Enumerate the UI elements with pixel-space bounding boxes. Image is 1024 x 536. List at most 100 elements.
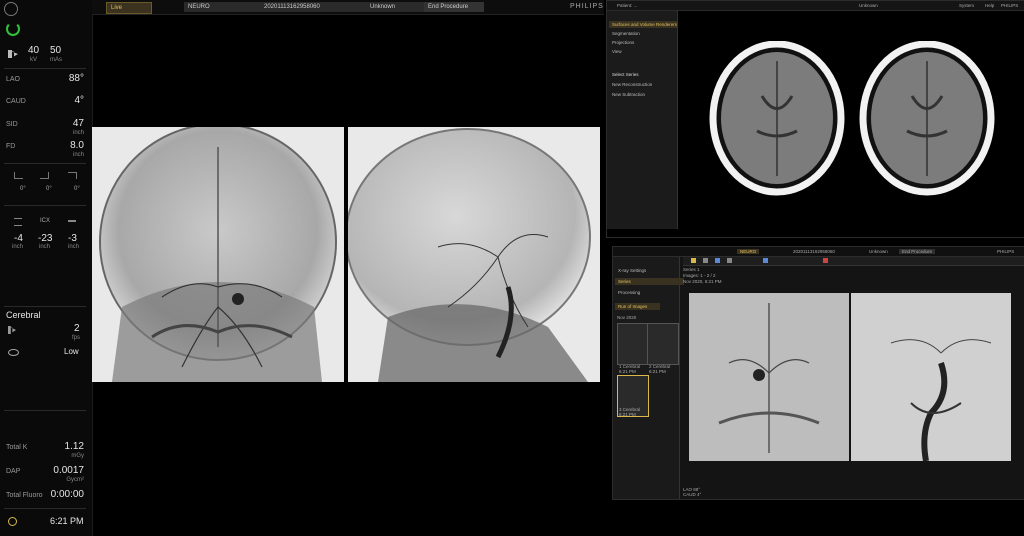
review-header: NEURO 20201113162958060 Unknown End Proc… <box>613 247 1024 257</box>
tab-live[interactable]: Live <box>106 2 152 14</box>
tool-icon[interactable] <box>763 258 768 263</box>
dap-value: 0.0017 <box>53 465 84 476</box>
ct-side-item-2[interactable]: Segmentation <box>609 30 678 37</box>
study-id: 20201113162958060 <box>264 4 320 10</box>
review-end-procedure-button[interactable]: End Procedure <box>899 249 936 254</box>
fluoro-time-value: 0:00:00 <box>50 489 84 500</box>
caud-label: CAUD <box>6 98 26 105</box>
review-lateral-graphic <box>890 339 992 461</box>
thumbnail-1[interactable] <box>617 323 649 365</box>
tool-icon[interactable] <box>691 258 696 263</box>
end-procedure-label: End Procedure <box>428 4 469 10</box>
table-value-1: -4 <box>14 233 23 244</box>
lao-row: LAO 88° <box>6 73 84 84</box>
table-unit-1: inch <box>12 244 24 250</box>
tool-icon[interactable] <box>727 258 732 263</box>
kv-unit: kV <box>30 57 38 63</box>
review-toolbar <box>683 257 1024 266</box>
review-lateral-image[interactable] <box>851 293 1011 461</box>
swivel-icon <box>68 172 77 179</box>
mas-value: 50 <box>50 45 62 56</box>
review-frontal-graphic <box>718 303 820 453</box>
left-status-panel: 40 kV 50 mAs LAO 88° CAUD 4° SID 47 inch… <box>0 0 93 536</box>
table-mid-label: ICX <box>40 218 51 224</box>
review-frontal-image[interactable] <box>689 293 849 461</box>
ct-series-item-2[interactable]: New Subtraction <box>609 91 678 98</box>
fd-label: FD <box>6 143 16 150</box>
table-value-3: -3 <box>68 233 77 244</box>
ct-header: Patient: ... Unknown System Help PHILIPS <box>607 1 1024 11</box>
dose-level[interactable]: Low <box>64 347 79 356</box>
lateral-angio-graphic <box>348 128 591 382</box>
table-lateral-icon <box>14 218 22 226</box>
series-info-1: Series 1 <box>683 267 700 272</box>
thumbnail-3-time: 6:21 PM <box>619 412 636 417</box>
review-window: NEURO 20201113162958060 Unknown End Proc… <box>612 246 1024 500</box>
divider <box>4 68 86 69</box>
brand-logo: PHILIPS <box>570 3 604 10</box>
ct-side-item-3[interactable]: Projections <box>609 39 678 46</box>
ct-unknown: Unknown <box>859 3 878 8</box>
fd-unit: inch <box>72 152 84 158</box>
angle-1: 0° <box>20 186 26 192</box>
divider <box>4 410 86 411</box>
total-k-value: 1.12 <box>64 441 84 452</box>
ct-series-label: Select Series <box>612 72 639 77</box>
end-procedure-button[interactable]: End Procedure <box>424 2 484 12</box>
ct-menu-system[interactable]: System <box>959 3 974 8</box>
lao-label: LAO <box>6 76 21 83</box>
fps-unit: fps <box>72 335 81 341</box>
review-side-panel: X-ray Settings Series Processing Run of … <box>613 257 684 499</box>
review-study-id: 20201113162958060 <box>793 249 835 254</box>
review-menu-processing[interactable]: Processing <box>615 289 684 296</box>
review-tab-neuro[interactable]: NEURO <box>737 249 760 254</box>
eye-icon <box>8 349 19 356</box>
kv-value: 40 <box>28 45 40 56</box>
tab-live-label: Live <box>111 5 123 11</box>
ct-viewer-window: Patient: ... Unknown System Help PHILIPS… <box>606 0 1024 238</box>
review-menu-xray-settings[interactable]: X-ray Settings <box>615 267 684 274</box>
divider <box>4 306 86 307</box>
ct-side-item-4[interactable]: View <box>609 48 678 55</box>
review-dropdown[interactable]: Run of Images <box>615 303 660 310</box>
review-menu-series[interactable]: Series <box>615 278 684 285</box>
tool-icon[interactable] <box>703 258 708 263</box>
fluoro-time-row: Total Fluoro 0:00:00 <box>6 489 84 500</box>
ct-side-panel: Surfaces and Volume Renderers Segmentati… <box>607 11 678 229</box>
ct-axial-images[interactable] <box>707 41 1007 201</box>
fluoro-time-label: Total Fluoro <box>6 492 43 499</box>
series-info-3: Nov 2020, 6:21 PM <box>683 279 722 284</box>
ct-series-item-1[interactable]: New Reconstruction <box>609 81 678 88</box>
sid-unit: inch <box>72 130 84 136</box>
mas-unit: mAs <box>50 57 62 63</box>
tool-icon[interactable] <box>823 258 828 263</box>
system-ready-icon <box>6 22 20 36</box>
caud-value: 4° <box>74 95 84 106</box>
clock-icon <box>8 517 17 526</box>
angle-2: 0° <box>46 186 52 192</box>
total-k-label: Total K <box>6 444 28 451</box>
ct-menu-help[interactable]: Help <box>985 3 994 8</box>
patient-unknown: Unknown <box>370 4 396 10</box>
review-date-label: Nov 2020 <box>617 315 637 320</box>
fd-row: FD 8.0 inch <box>6 140 84 158</box>
clock-time: 6:21 PM <box>50 516 84 526</box>
frontal-angio-image[interactable] <box>92 127 344 382</box>
protocol-name[interactable]: Cerebral <box>6 310 41 320</box>
patient-tab[interactable]: NEURO 20201113162958060 Unknown <box>184 2 424 12</box>
lao-value: 88° <box>68 73 84 84</box>
patient-name: NEURO <box>188 4 210 10</box>
ct-side-item-1[interactable]: Surfaces and Volume Renderers <box>609 21 678 28</box>
menu-icon[interactable] <box>4 2 18 16</box>
lateral-angio-image[interactable] <box>348 127 600 382</box>
tilt-icon <box>14 172 23 179</box>
table-value-2: -23 <box>38 233 53 244</box>
thumbnail-2[interactable] <box>647 323 679 365</box>
divider <box>4 205 86 206</box>
sid-row: SID 47 inch <box>6 118 84 136</box>
dap-row: DAP 0.0017 Gycm² <box>6 465 84 483</box>
review-brand: PHILIPS <box>997 249 1015 254</box>
tool-icon[interactable] <box>715 258 720 263</box>
angle-3: 0° <box>74 186 80 192</box>
caud-row: CAUD 4° <box>6 95 84 106</box>
